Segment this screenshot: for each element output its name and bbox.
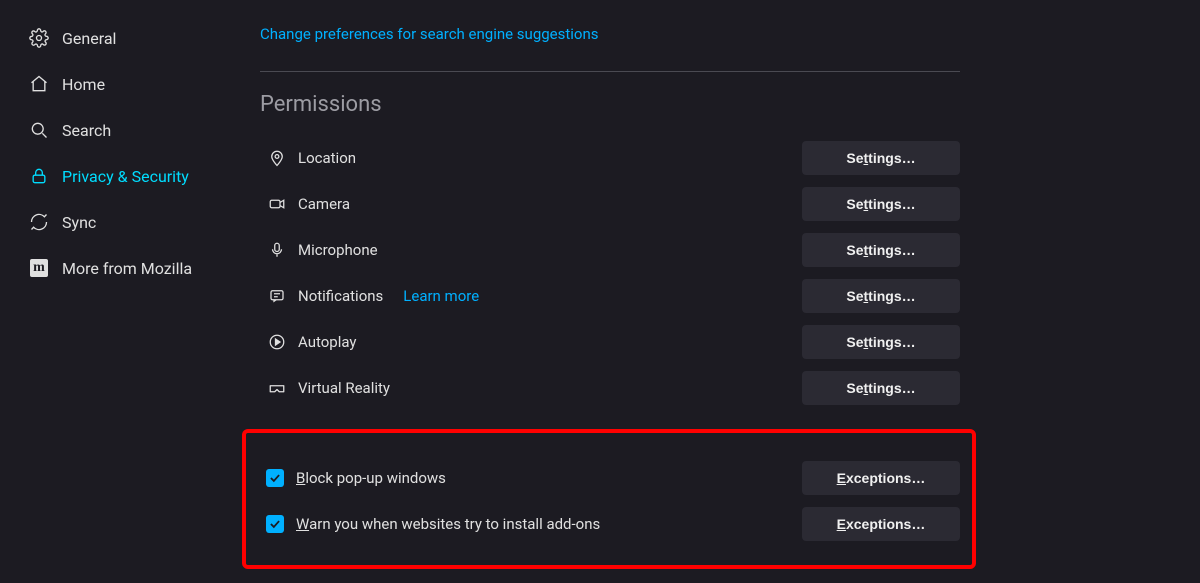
sidebar-item-label: Search: [62, 121, 111, 140]
permission-row-autoplay: Autoplay Settings…: [260, 319, 960, 365]
sidebar-item-home[interactable]: Home: [0, 61, 240, 107]
permission-row-location: Location Settings…: [260, 135, 960, 181]
main-content: Change preferences for search engine sug…: [240, 0, 1200, 583]
permission-label: Notifications: [298, 287, 383, 305]
settings-button-microphone[interactable]: Settings…: [802, 233, 960, 267]
permission-row-notifications: Notifications Learn more Settings…: [260, 273, 960, 319]
checkbox-row-warn-addons: Warn you when websites try to install ad…: [260, 501, 960, 547]
mozilla-icon: m: [28, 257, 50, 279]
sidebar: General Home Search Privacy & Security S…: [0, 0, 240, 583]
sidebar-item-label: Privacy & Security: [62, 167, 189, 186]
checkbox-block-popups[interactable]: [266, 469, 284, 487]
exceptions-button-popups[interactable]: Exceptions…: [802, 461, 960, 495]
search-suggestions-link[interactable]: Change preferences for search engine sug…: [260, 25, 599, 43]
permission-row-microphone: Microphone Settings…: [260, 227, 960, 273]
autoplay-icon: [266, 331, 288, 353]
permission-label: Location: [298, 149, 356, 167]
sync-icon: [28, 211, 50, 233]
lock-icon: [28, 165, 50, 187]
sidebar-item-label: More from Mozilla: [62, 259, 192, 278]
location-icon: [266, 147, 288, 169]
notifications-icon: [266, 285, 288, 307]
search-icon: [28, 119, 50, 141]
sidebar-item-sync[interactable]: Sync: [0, 199, 240, 245]
sidebar-item-privacy-security[interactable]: Privacy & Security: [0, 153, 240, 199]
sidebar-item-general[interactable]: General: [0, 15, 240, 61]
sidebar-item-label: Home: [62, 75, 105, 94]
gear-icon: [28, 27, 50, 49]
permission-row-camera: Camera Settings…: [260, 181, 960, 227]
exceptions-button-addons[interactable]: Exceptions…: [802, 507, 960, 541]
settings-button-camera[interactable]: Settings…: [802, 187, 960, 221]
checkbox-label: Warn you when websites try to install ad…: [296, 515, 600, 533]
permission-label: Camera: [298, 195, 350, 213]
microphone-icon: [266, 239, 288, 261]
permission-label: Autoplay: [298, 333, 357, 351]
permission-label: Microphone: [298, 241, 378, 259]
home-icon: [28, 73, 50, 95]
permission-label: Virtual Reality: [298, 379, 390, 397]
checkbox-row-block-popups: Block pop-up windows Exceptions…: [260, 455, 960, 501]
settings-button-notifications[interactable]: Settings…: [802, 279, 960, 313]
checkbox-label: Block pop-up windows: [296, 469, 446, 487]
learn-more-link[interactable]: Learn more: [403, 287, 479, 305]
highlight-annotation: Block pop-up windows Exceptions… Warn yo…: [242, 429, 976, 569]
camera-icon: [266, 193, 288, 215]
vr-icon: [266, 377, 288, 399]
permission-row-vr: Virtual Reality Settings…: [260, 365, 960, 411]
checkbox-warn-addons[interactable]: [266, 515, 284, 533]
settings-button-location[interactable]: Settings…: [802, 141, 960, 175]
sidebar-item-search[interactable]: Search: [0, 107, 240, 153]
section-title-permissions: Permissions: [260, 92, 1160, 117]
section-divider: [260, 71, 960, 72]
sidebar-item-label: General: [62, 29, 116, 48]
sidebar-item-label: Sync: [62, 213, 96, 232]
settings-button-autoplay[interactable]: Settings…: [802, 325, 960, 359]
sidebar-item-more-mozilla[interactable]: m More from Mozilla: [0, 245, 240, 291]
settings-button-vr[interactable]: Settings…: [802, 371, 960, 405]
